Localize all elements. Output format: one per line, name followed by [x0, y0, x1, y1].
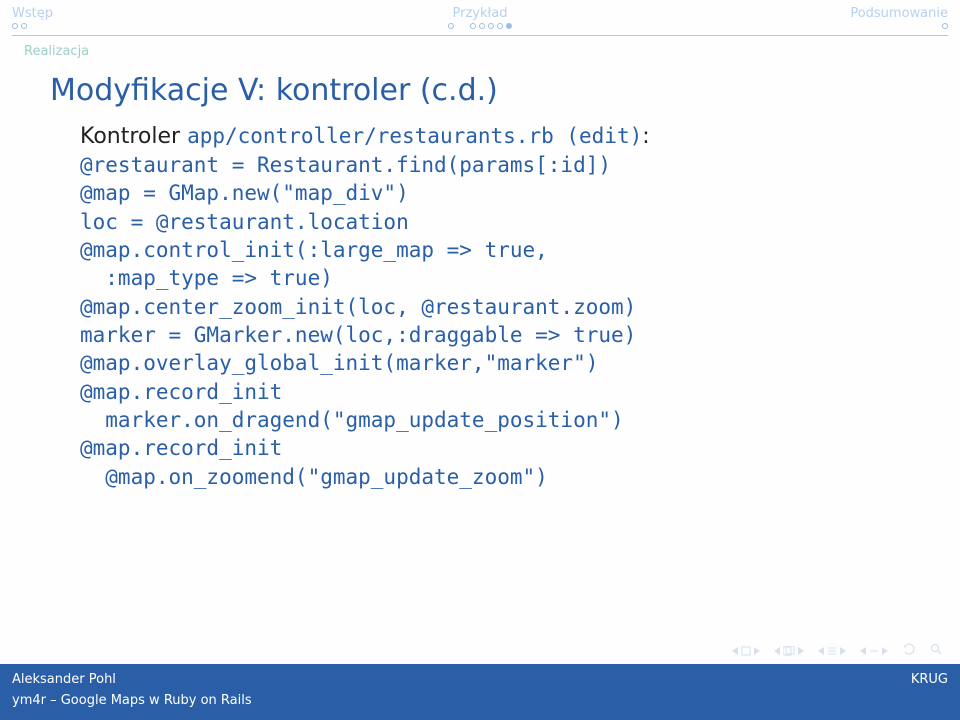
slide: Wstęp Przykład Podsumowanie Real: [0, 0, 960, 720]
intro-line: Kontroler app/controller/restaurants.rb …: [80, 124, 924, 149]
dots-center: [324, 23, 636, 29]
nav-search[interactable]: [930, 643, 942, 658]
triangle-right-icon: [752, 647, 760, 655]
slide-content: Modyfikacje V: kontroler (c.d.) Kontrole…: [0, 59, 960, 720]
beamer-nav-icons: [732, 643, 942, 658]
footer-row-2: ym4r – Google Maps w Ruby on Rails: [12, 693, 948, 708]
dots-left: [12, 23, 324, 29]
progress-dot: [942, 23, 948, 29]
triangle-left-icon: [774, 647, 782, 655]
triangle-right-icon: [796, 647, 804, 655]
nav-section-left[interactable]: Wstęp: [12, 6, 324, 21]
code-block: @restaurant = Restaurant.find(params[:id…: [80, 151, 924, 491]
intro-prefix: Kontroler: [80, 124, 187, 149]
header-nav: Wstęp Przykład Podsumowanie Real: [0, 0, 960, 59]
slide-box-icon: [741, 646, 751, 656]
section-row: Wstęp Przykład Podsumowanie: [12, 6, 948, 21]
progress-dot: [479, 23, 485, 29]
triangle-left-icon: [732, 647, 740, 655]
progress-dot: [21, 23, 27, 29]
progress-dot-current: [506, 23, 512, 29]
footer-author: Aleksander Pohl: [12, 672, 116, 687]
footer-talk-title: ym4r – Google Maps w Ruby on Rails: [12, 693, 252, 708]
progress-dot: [12, 23, 18, 29]
nav-prev-frame[interactable]: [774, 646, 804, 656]
progress-dot: [497, 23, 503, 29]
footer-org: KRUG: [911, 672, 948, 687]
slide-title: Modyfikacje V: kontroler (c.d.): [50, 73, 924, 108]
footer-row-1: Aleksander Pohl KRUG: [12, 672, 948, 687]
nav-prev-slide[interactable]: [732, 646, 760, 656]
progress-dot: [488, 23, 494, 29]
line-icon: [869, 646, 879, 656]
nav-lines[interactable]: [818, 646, 846, 656]
triangle-right-icon: [838, 647, 846, 655]
triangle-right-icon: [880, 647, 888, 655]
search-icon: [930, 643, 942, 655]
nav-section-right[interactable]: Podsumowanie: [636, 6, 948, 21]
lines-icon: [827, 646, 837, 656]
nav-section-center[interactable]: Przykład: [324, 6, 636, 21]
triangle-left-icon: [818, 647, 826, 655]
intro-suffix: :: [642, 124, 649, 149]
frames-icon: [783, 646, 795, 656]
nav-back[interactable]: [902, 643, 916, 658]
subsection-label: Realizacja: [12, 38, 948, 59]
footer: Aleksander Pohl KRUG ym4r – Google Maps …: [0, 664, 960, 720]
progress-dot: [448, 23, 454, 29]
nav-single[interactable]: [860, 646, 888, 656]
progress-dot: [470, 23, 476, 29]
triangle-left-icon: [860, 647, 868, 655]
undo-arrow-icon: [902, 643, 916, 655]
divider: [12, 35, 948, 36]
progress-dots-row: [12, 21, 948, 33]
intro-code-path: app/controller/restaurants.rb (edit): [187, 124, 642, 148]
dots-right: [636, 23, 948, 29]
